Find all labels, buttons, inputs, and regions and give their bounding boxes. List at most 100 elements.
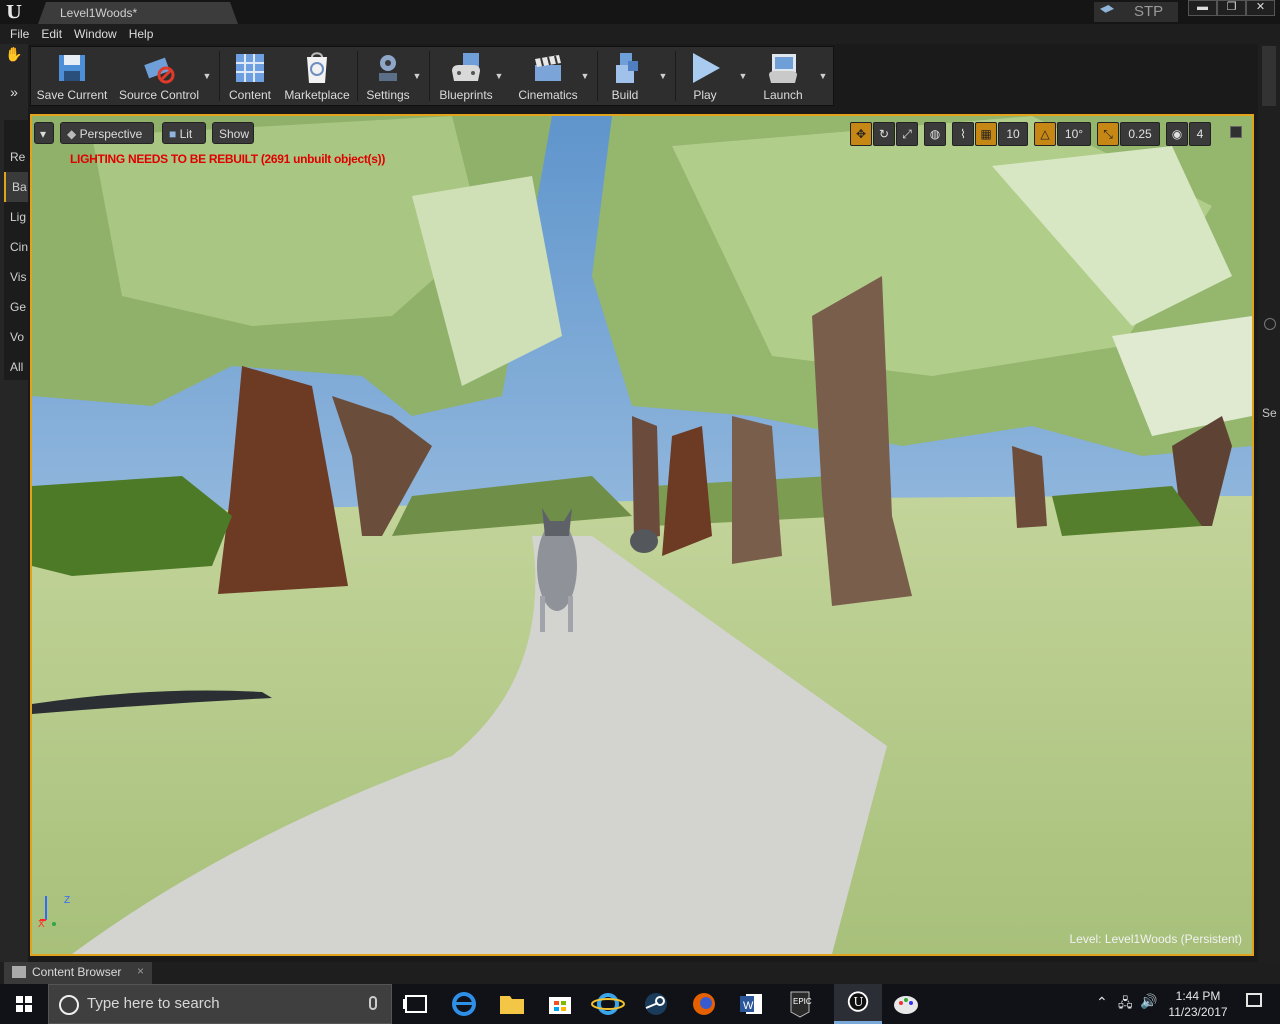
play-dropdown-icon[interactable]: ▼ (737, 71, 749, 83)
source-control-button[interactable]: Source Control (115, 47, 203, 105)
category-volumes[interactable]: Vo (4, 322, 28, 352)
volume-icon[interactable]: 🔊 (1140, 993, 1157, 1010)
scene-render (32, 116, 1252, 954)
bottom-bar: Content Browser × (0, 962, 1280, 984)
menu-window[interactable]: Window (68, 24, 123, 44)
system-tray: ⌃ 🖧 🔊 1:44 PM 11/23/2017 (1090, 984, 1280, 1024)
info-icon (1264, 318, 1276, 330)
grid-snap-icon[interactable]: ▦ (975, 122, 997, 146)
source-control-dropdown-icon[interactable]: ▼ (201, 71, 213, 83)
maximize-viewport-icon[interactable] (1230, 126, 1242, 138)
cinematics-button[interactable]: Cinematics (513, 47, 583, 105)
chevron-down-icon: ▾ (40, 127, 47, 141)
action-center-icon[interactable] (1246, 993, 1262, 1007)
close-tab-icon[interactable]: × (137, 964, 144, 978)
category-basic[interactable]: Ba (4, 172, 28, 202)
launch-label: Launch (763, 88, 803, 102)
word-icon[interactable]: W (728, 984, 776, 1024)
steam-icon[interactable] (632, 984, 680, 1024)
lit-button[interactable]: ■ Lit (162, 122, 206, 144)
translate-mode-icon[interactable]: ✥ (850, 122, 872, 146)
expand-chevron-icon[interactable]: » (5, 84, 23, 102)
toolbar-separator (357, 51, 358, 101)
rotation-snap-icon[interactable]: △ (1034, 122, 1056, 146)
microphone-icon[interactable] (369, 996, 377, 1010)
menu-edit[interactable]: Edit (35, 24, 68, 44)
settings-dropdown-icon[interactable]: ▼ (411, 71, 423, 83)
play-icon (693, 53, 720, 83)
level-viewport[interactable]: ▾ ◆ Perspective ■ Lit Show LIGHTING NEED… (30, 114, 1254, 956)
restore-button[interactable]: ❐ (1217, 0, 1246, 16)
unreal-editor-taskbar-icon[interactable]: U (834, 984, 882, 1024)
folder-icon (12, 966, 26, 978)
launch-dropdown-icon[interactable]: ▼ (817, 71, 829, 83)
panel-scrollbar[interactable] (1262, 46, 1276, 106)
paint-icon[interactable] (882, 984, 930, 1024)
cinematics-dropdown-icon[interactable]: ▼ (579, 71, 591, 83)
blueprints-button[interactable]: Blueprints (433, 47, 499, 105)
windows-start-icon[interactable] (0, 984, 48, 1024)
menu-file[interactable]: File (4, 24, 35, 44)
menu-help[interactable]: Help (123, 24, 160, 44)
viewport-options-dropdown[interactable]: ▾ (34, 122, 54, 144)
show-hidden-icons-icon[interactable]: ⌃ (1096, 994, 1108, 1011)
play-button[interactable]: Play (679, 47, 731, 105)
network-icon[interactable]: 🖧 (1118, 994, 1133, 1016)
build-dropdown-icon[interactable]: ▼ (657, 71, 669, 83)
marketplace-button[interactable]: Marketplace (281, 47, 353, 105)
settings-label: Settings (366, 88, 410, 102)
level-tab[interactable]: Level1Woods* (38, 2, 238, 24)
show-button[interactable]: Show (212, 122, 254, 144)
category-cinematic[interactable]: Cin (4, 232, 28, 262)
scale-snap-icon[interactable]: ⤡ (1097, 122, 1119, 146)
file-explorer-icon[interactable] (488, 984, 536, 1024)
build-button[interactable]: Build (601, 47, 649, 105)
unreal-logo-icon: U (6, 2, 22, 23)
task-view-icon[interactable] (392, 984, 440, 1024)
camera-speed-icon[interactable]: ◉ (1166, 122, 1188, 146)
clock-date: 11/23/2017 (1168, 1005, 1228, 1019)
cortana-search-icon (59, 995, 79, 1015)
close-button[interactable]: ✕ (1246, 0, 1275, 16)
graduation-cap-icon (1100, 5, 1114, 13)
store-icon[interactable] (536, 984, 584, 1024)
rotate-mode-icon[interactable]: ↻ (873, 122, 895, 146)
save-current-label: Save Current (36, 88, 108, 102)
surface-snap-icon[interactable]: ⌇ (952, 122, 974, 146)
content-browser-tab[interactable]: Content Browser × (4, 962, 152, 984)
firefox-icon[interactable] (680, 984, 728, 1024)
epic-games-launcher-icon[interactable]: EPIC (776, 984, 824, 1024)
toolbar-separator (219, 51, 220, 101)
category-visual-effects[interactable]: Vis (4, 262, 28, 292)
category-all-classes[interactable]: All (4, 352, 28, 382)
cinematics-label: Cinematics (518, 88, 578, 102)
clock[interactable]: 1:44 PM 11/23/2017 (1162, 988, 1234, 1020)
category-lights[interactable]: Lig (4, 202, 28, 232)
category-geometry[interactable]: Ge (4, 292, 28, 322)
main-toolbar: Save Current Source Control ▼ Content Ma… (30, 46, 834, 106)
perspective-button[interactable]: ◆ Perspective (60, 122, 154, 144)
perspective-label: Perspective (79, 127, 143, 141)
internet-explorer-icon[interactable] (584, 984, 632, 1024)
edge-browser-icon[interactable] (440, 984, 488, 1024)
settings-button[interactable]: Settings (361, 47, 415, 105)
blueprints-dropdown-icon[interactable]: ▼ (493, 71, 505, 83)
svg-text:U: U (853, 995, 863, 1009)
save-current-button[interactable]: Save Current (33, 47, 111, 105)
rotation-snap-value[interactable]: 10° (1057, 122, 1091, 146)
category-recent[interactable]: Re (4, 142, 28, 172)
build-cubes-icon (616, 53, 638, 83)
level-label: Level: Level1Woods (Persistent) (1069, 932, 1242, 946)
taskbar-search-input[interactable]: Type here to search (48, 984, 392, 1024)
lighting-warning: LIGHTING NEEDS TO BE REBUILT (2691 unbui… (70, 152, 386, 166)
camera-speed-value[interactable]: 4 (1189, 122, 1211, 146)
grid-snap-value[interactable]: 10 (998, 122, 1028, 146)
minimize-button[interactable]: ▬ (1188, 0, 1217, 16)
content-button[interactable]: Content (223, 47, 277, 105)
world-space-icon[interactable]: ◍ (924, 122, 946, 146)
scale-mode-icon[interactable]: ⤢ (896, 122, 918, 146)
launch-button[interactable]: Launch (755, 47, 811, 105)
scale-snap-value[interactable]: 0.25 (1120, 122, 1160, 146)
place-mode-icon[interactable]: ✋ (5, 46, 23, 64)
details-search-tab[interactable]: Se (1262, 406, 1277, 420)
